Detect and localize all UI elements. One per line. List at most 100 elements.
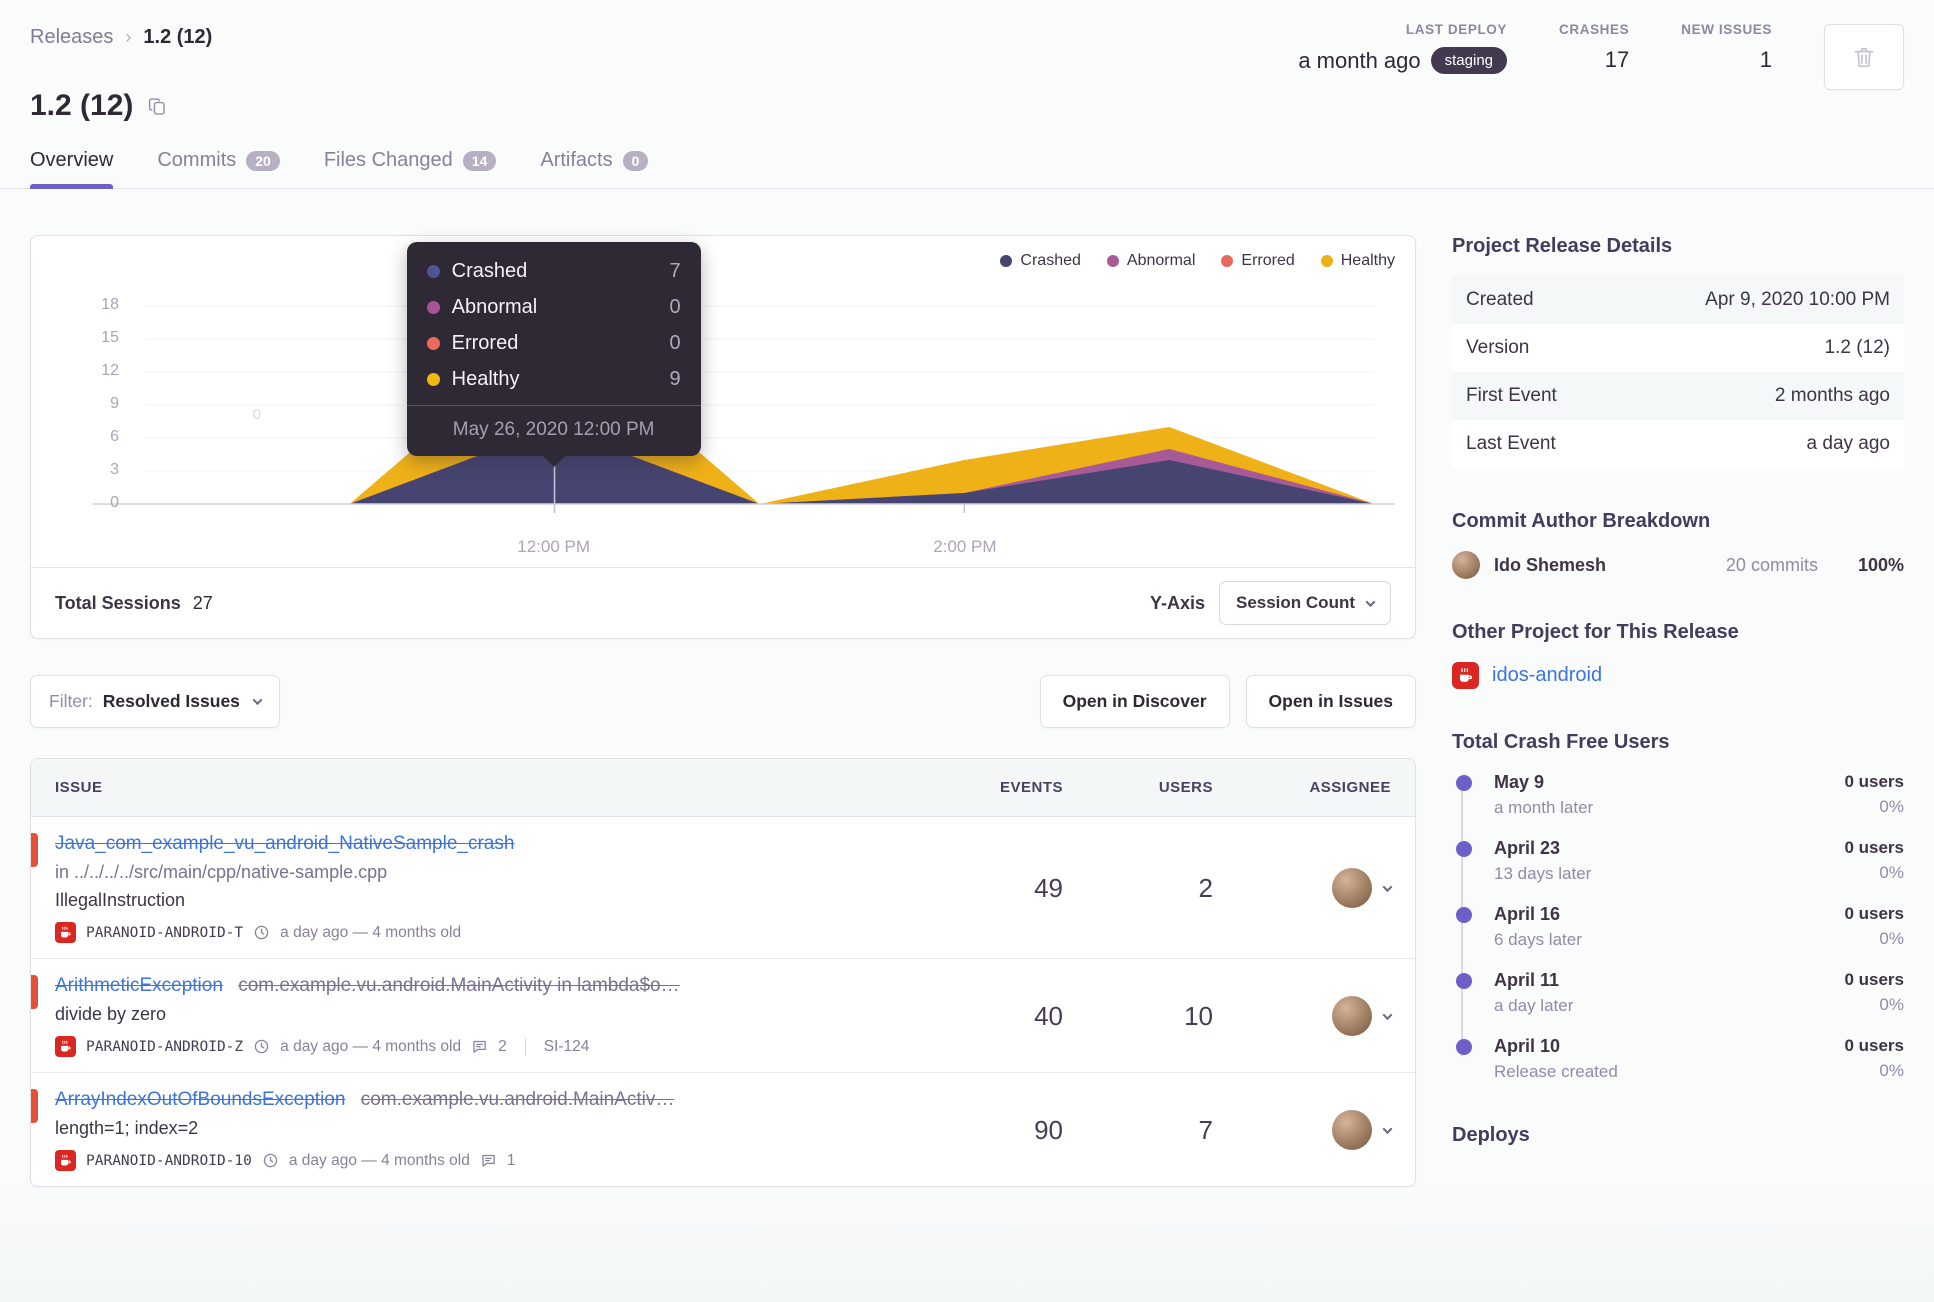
breadcrumb-current: 1.2 (12): [143, 26, 213, 48]
java-project-icon: [55, 1036, 76, 1057]
assignee-dropdown[interactable]: [1380, 875, 1395, 901]
col-assignee: ASSIGNEE: [1309, 779, 1391, 796]
issue-short-id: SI-124: [543, 1037, 590, 1055]
y-tick-18: 18: [101, 296, 119, 313]
issue-row: ArrayIndexOutOfBoundsException com.examp…: [31, 1073, 1415, 1186]
section-heading: Commit Author Breakdown: [1452, 510, 1711, 532]
open-in-issues-button[interactable]: Open in Issues: [1245, 675, 1416, 728]
copy-version-button[interactable]: [147, 96, 168, 117]
chevron-down-icon: [1382, 1010, 1393, 1021]
y-tick-12: 12: [101, 362, 119, 379]
issue-events-count: 90: [1034, 1114, 1063, 1145]
error-level-bar: [31, 1089, 38, 1123]
section-heading: Project Release Details: [1452, 235, 1673, 257]
crash-free-timeline: May 9 a month later 0 users 0% April 23 …: [1452, 772, 1904, 1082]
x-tick-2pm: 2:00 PM: [933, 537, 997, 556]
tooltip-row-crashed: Crashed 7: [426, 260, 681, 283]
chart-footer: Total Sessions 27 Y-Axis Session Count: [31, 567, 1415, 638]
timeline-dot-icon: [1456, 1039, 1472, 1055]
clock-icon: [263, 1153, 278, 1168]
java-project-icon: [55, 1150, 76, 1171]
stat-new-issues: NEW ISSUES 1: [1681, 22, 1772, 73]
stat-last-deploy-value: a month ago: [1298, 47, 1421, 73]
assignee-avatar[interactable]: [1332, 1110, 1372, 1150]
header-stats: LAST DEPLOY a month ago staging CRASHES …: [1298, 22, 1904, 90]
tab-bar: Overview Commits 20 Files Changed 14 Art…: [0, 149, 1934, 189]
y-tick-15: 15: [101, 329, 119, 346]
tab-artifacts[interactable]: Artifacts 0: [540, 149, 649, 188]
error-level-bar: [31, 975, 38, 1009]
yaxis-label: Y-Axis: [1149, 592, 1205, 613]
section-heading: Total Crash Free Users: [1452, 731, 1670, 753]
author-commit-count: 20 commits: [1725, 554, 1818, 575]
issue-row: Java_com_example_vu_android_NativeSample…: [31, 817, 1415, 959]
issue-title-link[interactable]: ArrayIndexOutOfBoundsException: [55, 1089, 345, 1110]
tooltip-dot-errored-icon: [426, 337, 440, 350]
legend-item-crashed[interactable]: Crashed: [1000, 252, 1081, 270]
tab-overview[interactable]: Overview: [30, 149, 114, 189]
issue-events-count: 49: [1034, 872, 1063, 903]
clock-icon: [254, 925, 269, 940]
timeline-dot-icon: [1456, 973, 1472, 989]
tab-commits-badge: 20: [246, 150, 280, 171]
other-project-link[interactable]: idos-android: [1492, 664, 1602, 687]
detail-row-last-event: Last Event a day ago: [1452, 420, 1904, 468]
chart-legend: Crashed Abnormal Errored Healthy: [51, 252, 1395, 270]
y-tick-0: 0: [110, 494, 119, 511]
stat-last-deploy: LAST DEPLOY a month ago staging: [1298, 22, 1508, 74]
chart-canvas: [92, 305, 1395, 513]
assignee-avatar[interactable]: [1332, 996, 1372, 1036]
issue-title-link[interactable]: Java_com_example_vu_android_NativeSample…: [55, 833, 514, 854]
tooltip-row-errored: Errored 0: [426, 332, 681, 355]
comment-count: 1: [506, 1151, 516, 1169]
legend-dot-errored-icon: [1221, 255, 1234, 267]
assignee-dropdown[interactable]: [1380, 1117, 1395, 1143]
timeline-entry: April 23 13 days later 0 users 0%: [1454, 838, 1904, 884]
issue-title-link[interactable]: ArithmeticException: [55, 975, 223, 996]
chevron-down-icon: [1382, 1124, 1393, 1135]
comment-icon: [473, 1040, 486, 1053]
assignee-dropdown[interactable]: [1380, 1003, 1395, 1029]
issues-filter-dropdown[interactable]: Filter: Resolved Issues: [30, 675, 280, 728]
col-issue: ISSUE: [55, 779, 103, 796]
trash-icon: [1854, 48, 1874, 68]
breadcrumb-chevron-icon: ›: [125, 27, 132, 47]
author-percent: 100%: [1857, 554, 1904, 575]
issue-message: divide by zero: [55, 1004, 167, 1024]
legend-item-errored[interactable]: Errored: [1221, 252, 1295, 270]
tab-commits[interactable]: Commits 20: [157, 149, 280, 188]
project-release-details: Project Release Details Created Apr 9, 2…: [1452, 235, 1904, 468]
y-tick-9: 9: [110, 395, 119, 412]
comment-icon: [482, 1154, 495, 1167]
issue-culprit: in ../../../../src/main/cpp/native-sampl…: [55, 862, 388, 882]
issue-age: a day ago — 4 months old: [288, 1151, 470, 1169]
tooltip-dot-abnormal-icon: [426, 301, 440, 314]
legend-item-healthy[interactable]: Healthy: [1320, 252, 1395, 270]
tooltip-date: May 26, 2020 12:00 PM: [406, 405, 701, 456]
total-sessions-value: 27: [192, 592, 213, 613]
assignee-avatar[interactable]: [1332, 868, 1372, 908]
stat-crashes-label: CRASHES: [1559, 22, 1630, 37]
yaxis-select[interactable]: Session Count: [1218, 581, 1391, 625]
issues-table-header: ISSUE EVENTS USERS ASSIGNEE: [31, 759, 1415, 817]
deploys-section: Deploys: [1452, 1124, 1904, 1147]
timeline-entry: April 16 6 days later 0 users 0%: [1454, 904, 1904, 950]
breadcrumb-releases-link[interactable]: Releases: [30, 26, 113, 49]
tab-artifacts-badge: 0: [622, 150, 649, 171]
x-axis-labels: 12:00 PM 2:00 PM: [51, 529, 1395, 567]
tab-files-changed-badge: 14: [462, 150, 497, 171]
issue-users-count: 2: [1198, 872, 1213, 903]
stat-new-issues-label: NEW ISSUES: [1681, 22, 1772, 37]
comment-count: 2: [498, 1037, 507, 1055]
issue-message: length=1; index=2: [55, 1118, 199, 1138]
legend-item-abnormal[interactable]: Abnormal: [1106, 252, 1195, 270]
delete-release-button[interactable]: [1824, 24, 1904, 90]
y-tick-3: 3: [110, 461, 119, 478]
legend-dot-crashed-icon: [1000, 255, 1013, 267]
copy-icon: [149, 97, 166, 115]
open-in-discover-button[interactable]: Open in Discover: [1039, 675, 1230, 728]
tab-files-changed[interactable]: Files Changed 14: [324, 149, 497, 188]
error-level-bar: [31, 833, 38, 867]
sessions-area-chart[interactable]: 18 15 12 9 6 3 0 0 Crashed 7 Abnormal 0 …: [51, 242, 1395, 529]
detail-row-first-event: First Event 2 months ago: [1452, 372, 1904, 420]
